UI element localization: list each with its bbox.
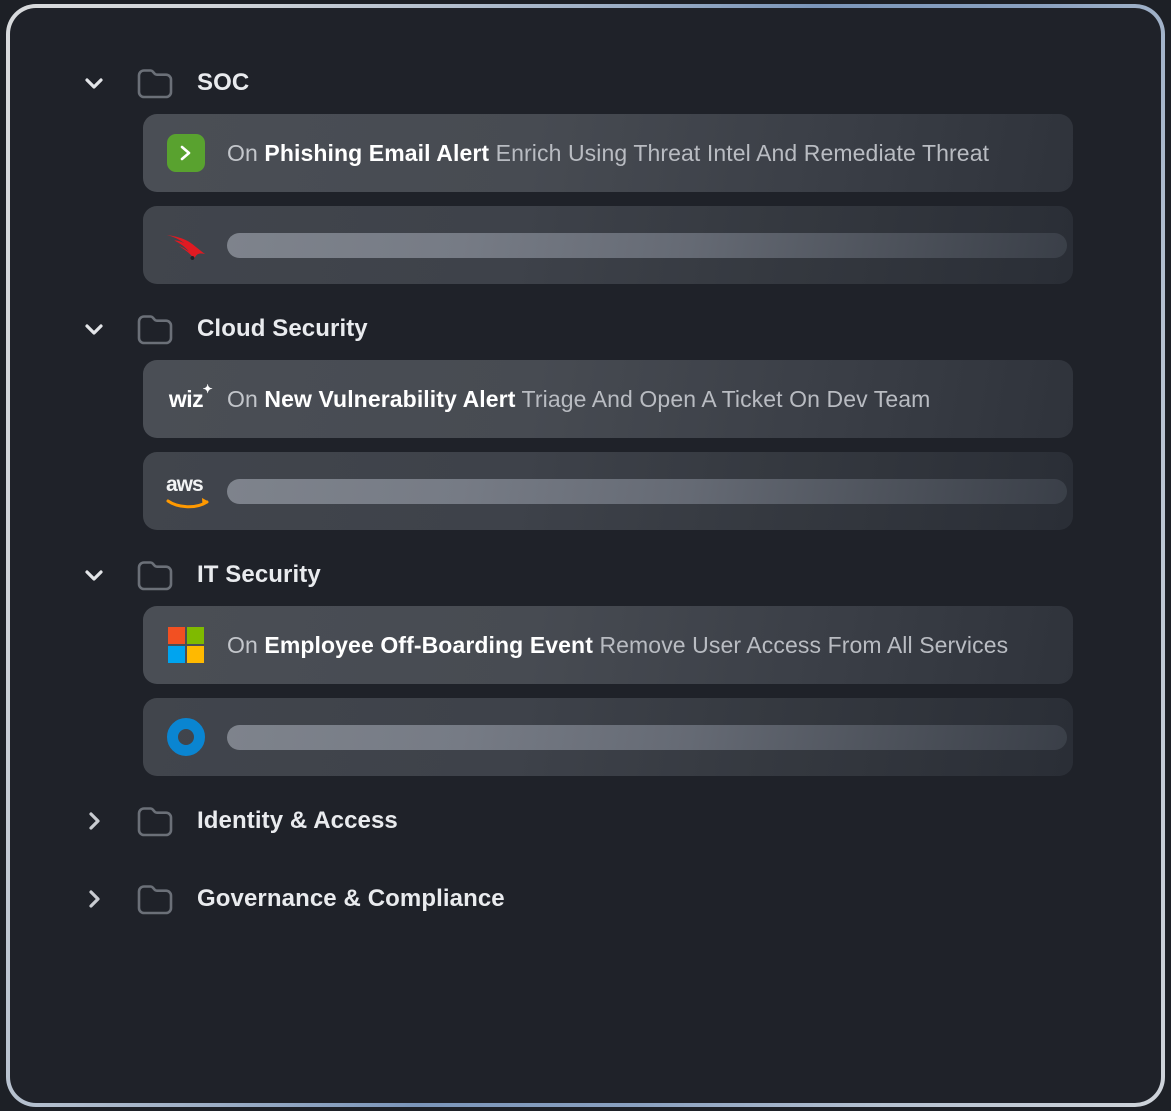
workflow-prefix: On [227, 632, 264, 658]
workflow-row-loading[interactable] [143, 206, 1073, 284]
microsoft-square-top-left [168, 627, 185, 644]
chevron-down-icon[interactable] [81, 562, 107, 588]
loading-placeholder-bar [227, 479, 1067, 504]
wiz-star-icon: ✦ [203, 383, 213, 395]
tines-icon [165, 132, 207, 174]
folder-items-cloud-security: wiz✦ On New Vulnerability Alert Triage A… [10, 360, 1161, 530]
workflow-label: On Phishing Email Alert Enrich Using Thr… [227, 140, 989, 167]
aws-wordmark: aws [166, 474, 203, 495]
aws-icon: aws [165, 470, 207, 512]
workflow-trigger: New Vulnerability Alert [264, 386, 515, 412]
loading-placeholder-bar [227, 233, 1067, 258]
workflow-row-loading[interactable]: aws [143, 452, 1073, 530]
folder-label: SOC [197, 69, 249, 97]
crowdstrike-icon [165, 224, 207, 266]
folder-label: Governance & Compliance [197, 885, 505, 913]
folder-header-identity-access[interactable]: Identity & Access [10, 790, 1161, 852]
folder-icon [136, 66, 174, 100]
workflow-action: Remove User Access From All Services [593, 632, 1008, 658]
folder-tree: SOC On Phishing Email Alert Enrich Using… [10, 8, 1161, 1103]
workflow-row-loading[interactable] [143, 698, 1073, 776]
folder-icon [136, 804, 174, 838]
loading-placeholder-bar [227, 725, 1067, 750]
workflow-action: Triage And Open A Ticket On Dev Team [515, 386, 930, 412]
okta-icon [165, 716, 207, 758]
folder-label: Identity & Access [197, 807, 398, 835]
chevron-right-icon[interactable] [81, 886, 107, 912]
microsoft-icon [165, 624, 207, 666]
folder-header-it-security[interactable]: IT Security [10, 544, 1161, 606]
wiz-icon: wiz✦ [165, 378, 207, 420]
chevron-down-icon[interactable] [81, 316, 107, 342]
chevron-down-icon[interactable] [81, 70, 107, 96]
workflow-trigger: Phishing Email Alert [264, 140, 489, 166]
workflow-card: SOC On Phishing Email Alert Enrich Using… [10, 8, 1161, 1103]
chevron-right-icon[interactable] [81, 808, 107, 834]
wiz-wordmark: wiz [169, 386, 203, 412]
folder-header-soc[interactable]: SOC [10, 52, 1161, 114]
folder-header-cloud-security[interactable]: Cloud Security [10, 298, 1161, 360]
workflow-trigger: Employee Off-Boarding Event [264, 632, 593, 658]
workflow-row[interactable]: On Phishing Email Alert Enrich Using Thr… [143, 114, 1073, 192]
workflow-label: On New Vulnerability Alert Triage And Op… [227, 386, 930, 413]
folder-icon [136, 882, 174, 916]
workflow-row[interactable]: On Employee Off-Boarding Event Remove Us… [143, 606, 1073, 684]
folder-items-it-security: On Employee Off-Boarding Event Remove Us… [10, 606, 1161, 776]
workflow-action: Enrich Using Threat Intel And Remediate … [489, 140, 989, 166]
microsoft-square-top-right [187, 627, 204, 644]
workflow-row[interactable]: wiz✦ On New Vulnerability Alert Triage A… [143, 360, 1073, 438]
microsoft-square-bottom-right [187, 646, 204, 663]
folder-icon [136, 312, 174, 346]
folder-icon [136, 558, 174, 592]
microsoft-square-bottom-left [168, 646, 185, 663]
workflow-card-border: SOC On Phishing Email Alert Enrich Using… [6, 4, 1165, 1107]
workflow-label: On Employee Off-Boarding Event Remove Us… [227, 632, 1008, 659]
workflow-prefix: On [227, 386, 264, 412]
folder-label: IT Security [197, 561, 321, 589]
folder-header-governance-compliance[interactable]: Governance & Compliance [10, 868, 1161, 930]
workflow-prefix: On [227, 140, 264, 166]
folder-items-soc: On Phishing Email Alert Enrich Using Thr… [10, 114, 1161, 284]
folder-label: Cloud Security [197, 315, 368, 343]
